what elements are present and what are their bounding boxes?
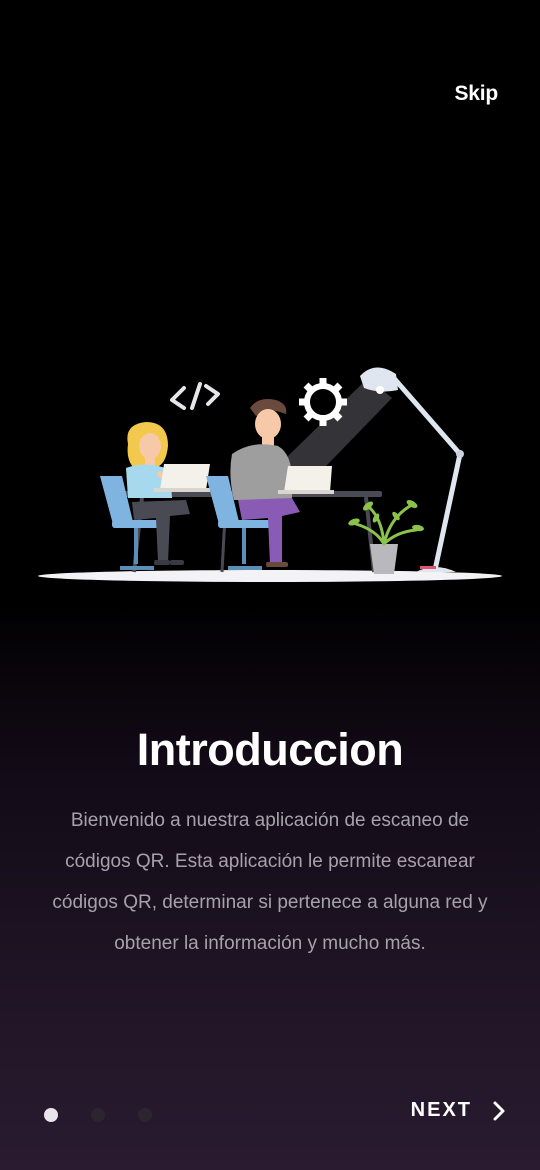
code-icon xyxy=(170,382,220,410)
intro-description: Bienvenido a nuestra aplicación de escan… xyxy=(52,810,488,954)
next-button[interactable]: NEXT xyxy=(411,1099,506,1122)
potted-plant xyxy=(348,500,424,574)
gear-icon xyxy=(299,378,347,426)
next-label: NEXT xyxy=(410,1099,472,1121)
skip-button[interactable]: Skip xyxy=(454,82,498,106)
page-dot-2[interactable] xyxy=(91,1108,105,1122)
page-indicator xyxy=(44,1108,152,1122)
page-dot-3[interactable] xyxy=(138,1108,152,1122)
page-dot-1[interactable] xyxy=(44,1108,58,1122)
developers-illustration xyxy=(38,367,502,582)
chevron-right-icon xyxy=(492,1100,506,1122)
page-title: Introduccion xyxy=(136,724,404,775)
